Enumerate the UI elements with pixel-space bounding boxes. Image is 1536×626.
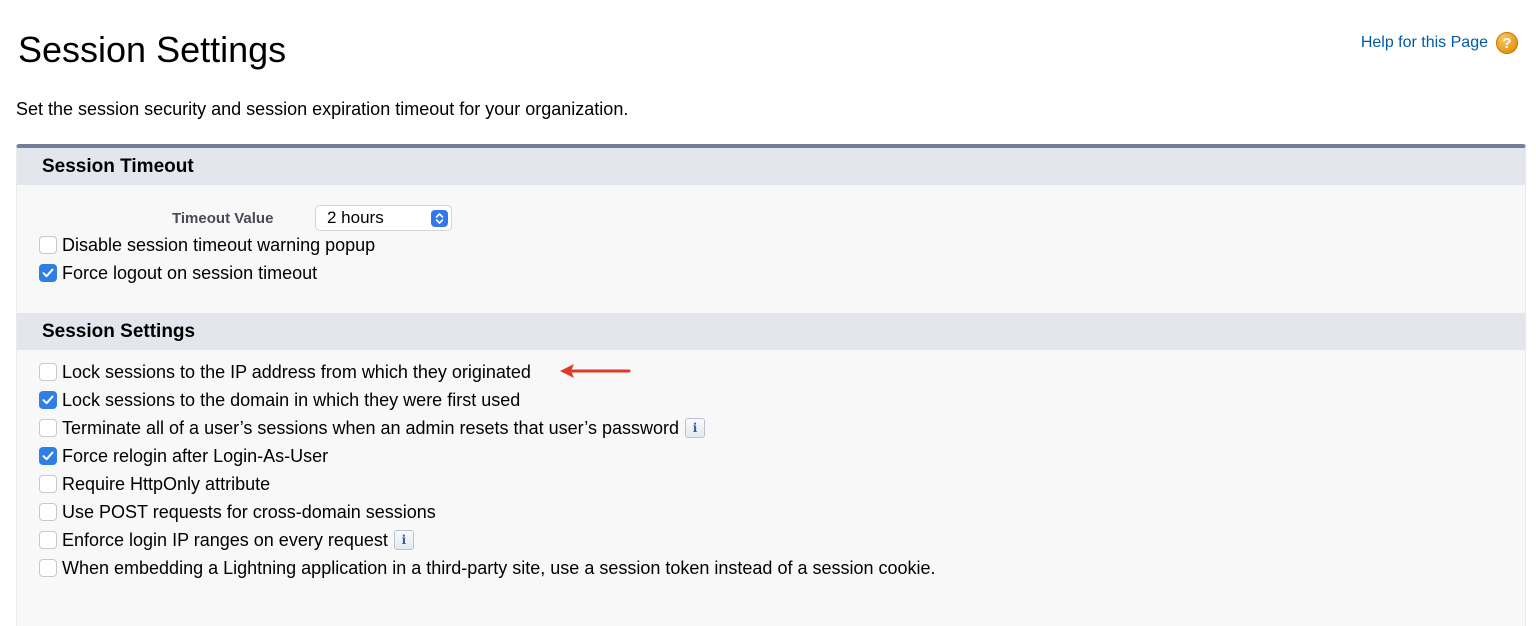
session-settings-option-row: When embedding a Lightning application i… <box>39 556 936 580</box>
checkbox[interactable] <box>39 419 57 437</box>
timeout-value-row: Timeout Value <box>172 205 273 231</box>
session-settings-option-row: Lock sessions to the IP address from whi… <box>39 360 531 384</box>
help-link[interactable]: Help for this Page ? <box>1361 32 1518 54</box>
help-link-label: Help for this Page <box>1360 34 1488 51</box>
checkbox[interactable] <box>39 531 57 549</box>
checkbox[interactable] <box>39 475 57 493</box>
checkbox[interactable] <box>39 264 57 282</box>
checkbox-label: When embedding a Lightning application i… <box>62 558 936 578</box>
timeout-value-selected: 2 hours <box>327 208 384 227</box>
section-heading-session-timeout: Session Timeout <box>42 155 194 177</box>
section-header-session-settings: Session Settings <box>17 313 1525 350</box>
session-settings-option-row: Lock sessions to the domain in which the… <box>39 388 520 412</box>
checkbox-label: Force logout on session timeout <box>62 263 318 283</box>
session-timeout-option-row: Force logout on session timeout <box>39 261 317 285</box>
session-settings-option-row: Use POST requests for cross-domain sessi… <box>39 500 436 524</box>
section-heading-session-settings: Session Settings <box>42 320 196 342</box>
checkbox[interactable] <box>39 391 57 409</box>
timeout-value-label: Timeout Value <box>172 209 274 227</box>
settings-panel: Session Timeout Timeout Value 2 hours Di… <box>16 144 1526 626</box>
checkmark-icon <box>42 451 54 461</box>
checkbox[interactable] <box>39 363 57 381</box>
checkmark-icon <box>42 268 54 278</box>
checkbox-label: Require HttpOnly attribute <box>62 474 271 494</box>
timeout-value-select[interactable]: 2 hours <box>315 205 452 231</box>
info-icon[interactable]: i <box>684 418 705 438</box>
session-timeout-option-row: Disable session timeout warning popup <box>39 233 375 257</box>
checkbox[interactable] <box>39 559 57 577</box>
select-updown-icon <box>431 210 448 227</box>
checkmark-icon <box>42 395 54 405</box>
section-header-session-timeout: Session Timeout <box>17 148 1525 185</box>
page-title: Session Settings <box>18 29 287 70</box>
checkbox[interactable] <box>39 236 57 254</box>
session-settings-page: Session Settings Help for this Page ? Se… <box>0 0 1536 626</box>
checkbox-label: Enforce login IP ranges on every request <box>62 530 388 550</box>
session-settings-option-row: Force relogin after Login-As-User <box>39 444 328 468</box>
checkbox-label: Terminate all of a user’s sessions when … <box>62 418 679 438</box>
checkbox-label: Lock sessions to the IP address from whi… <box>62 362 531 382</box>
checkbox-label: Use POST requests for cross-domain sessi… <box>62 502 436 522</box>
page-description: Set the session security and session exp… <box>16 99 629 119</box>
checkbox[interactable] <box>39 503 57 521</box>
info-icon[interactable]: i <box>393 530 414 550</box>
help-icon[interactable]: ? <box>1496 32 1518 54</box>
checkbox-label: Disable session timeout warning popup <box>62 235 376 255</box>
checkbox-label: Force relogin after Login-As-User <box>62 446 329 466</box>
session-settings-option-row: Terminate all of a user’s sessions when … <box>39 416 705 440</box>
session-settings-option-row: Enforce login IP ranges on every request… <box>39 528 414 552</box>
checkbox[interactable] <box>39 447 57 465</box>
checkbox-label: Lock sessions to the domain in which the… <box>62 390 521 410</box>
annotation-arrow-icon <box>560 364 631 378</box>
session-settings-option-row: Require HttpOnly attribute <box>39 472 270 496</box>
